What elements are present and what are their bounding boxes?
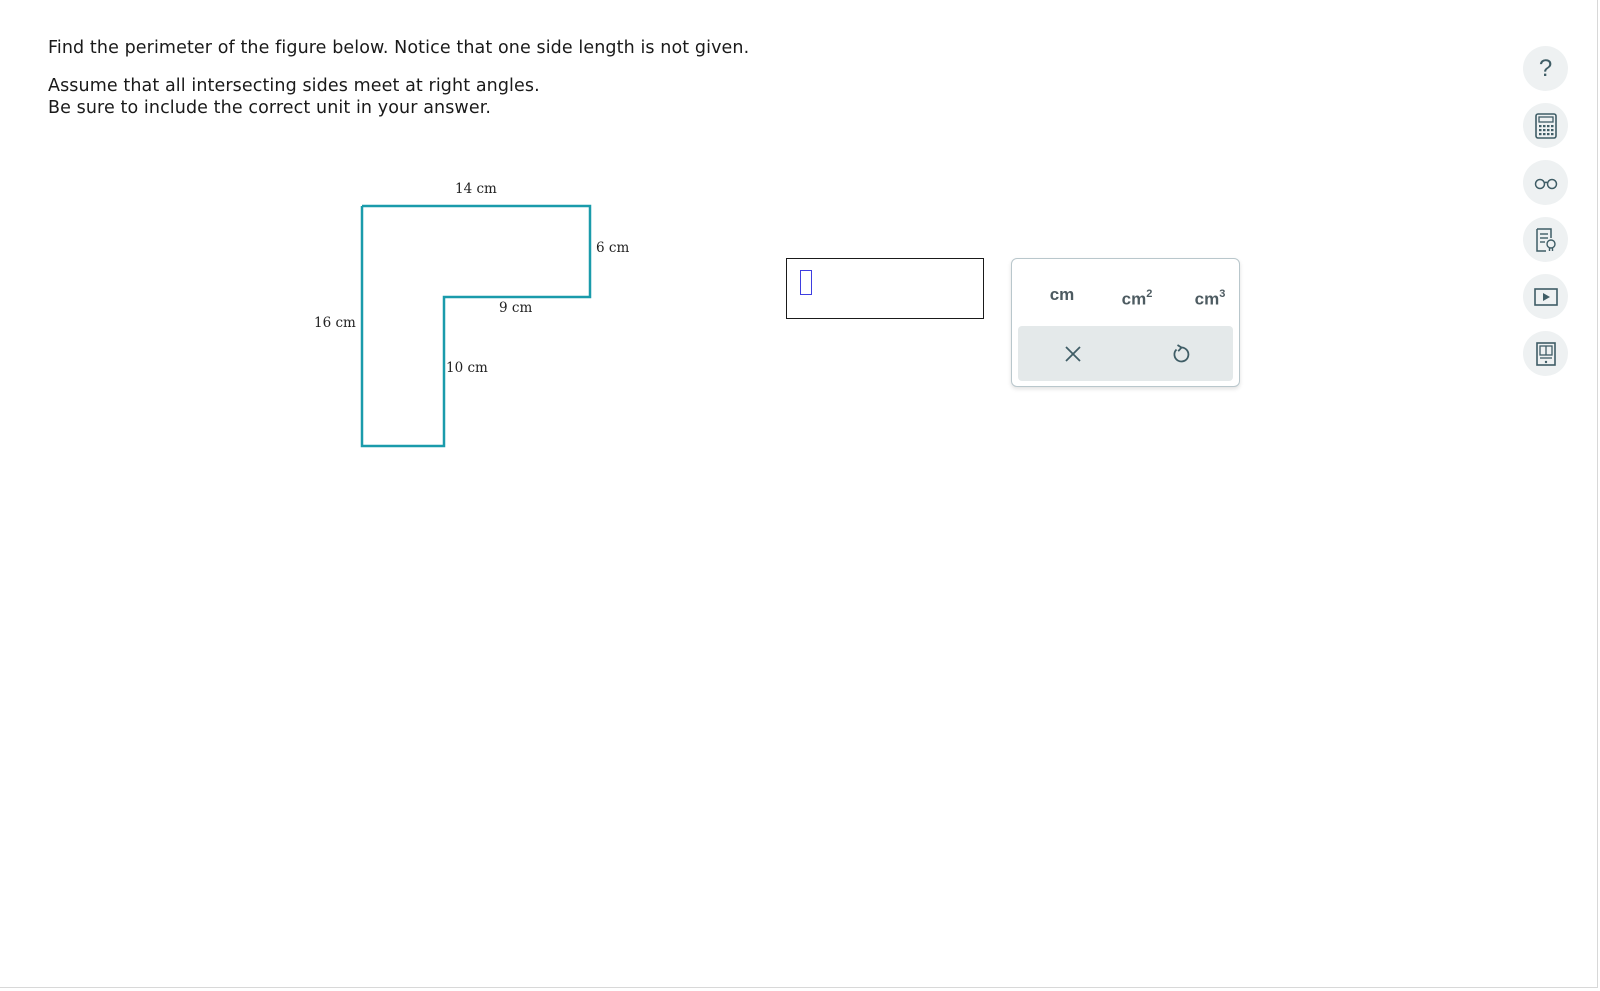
label-inner-vertical: 10 cm bbox=[446, 360, 488, 376]
textbook-icon bbox=[1535, 341, 1556, 366]
label-inner-horizontal: 9 cm bbox=[499, 300, 532, 316]
figure-outline bbox=[360, 204, 592, 448]
unit-cm3-exponent: 3 bbox=[1219, 288, 1226, 300]
video-button[interactable] bbox=[1523, 274, 1568, 319]
problem-area: Find the perimeter of the figure below. … bbox=[0, 0, 1598, 988]
problem-unit-note: Be sure to include the correct unit in y… bbox=[48, 98, 492, 118]
calculator-button[interactable] bbox=[1523, 103, 1568, 148]
problem-assumption: Assume that all intersecting sides meet … bbox=[48, 76, 540, 96]
undo-icon bbox=[1173, 344, 1190, 363]
problem-instruction: Find the perimeter of the figure below. … bbox=[48, 38, 750, 58]
label-right: 6 cm bbox=[596, 240, 629, 256]
notes-button[interactable] bbox=[1523, 217, 1568, 262]
notes-icon bbox=[1535, 227, 1556, 252]
unit-cm3-label: cm bbox=[1194, 289, 1220, 309]
textbook-button[interactable] bbox=[1523, 331, 1568, 376]
unit-cm3-button[interactable]: cm3 bbox=[1180, 277, 1240, 313]
l-shape-figure: 14 cm 6 cm 9 cm 16 cm 10 cm bbox=[300, 170, 640, 464]
figure-svg: 14 cm 6 cm 9 cm 16 cm 10 cm bbox=[314, 181, 629, 448]
label-left: 16 cm bbox=[314, 315, 356, 331]
video-icon bbox=[1533, 287, 1558, 306]
undo-button[interactable] bbox=[1164, 337, 1198, 371]
glasses-button[interactable] bbox=[1523, 160, 1568, 205]
unit-cm-button[interactable]: cm bbox=[1032, 277, 1092, 313]
action-bar bbox=[1018, 326, 1233, 381]
calculator-icon bbox=[1534, 112, 1557, 139]
unit-cm2-button[interactable]: cm2 bbox=[1107, 277, 1167, 313]
clear-button[interactable] bbox=[1056, 337, 1090, 371]
close-icon bbox=[1065, 346, 1081, 362]
answer-input[interactable] bbox=[786, 258, 984, 319]
help-button[interactable]: ? bbox=[1523, 46, 1568, 91]
unit-cm-label: cm bbox=[1049, 285, 1075, 304]
label-top: 14 cm bbox=[455, 181, 497, 197]
unit-cm2-exponent: 2 bbox=[1146, 288, 1153, 300]
unit-cm2-label: cm bbox=[1121, 289, 1147, 309]
glasses-icon bbox=[1534, 178, 1557, 189]
unit-palette: cm cm2 cm3 bbox=[1011, 258, 1240, 387]
help-icon: ? bbox=[1538, 54, 1553, 82]
input-cursor bbox=[800, 270, 812, 295]
